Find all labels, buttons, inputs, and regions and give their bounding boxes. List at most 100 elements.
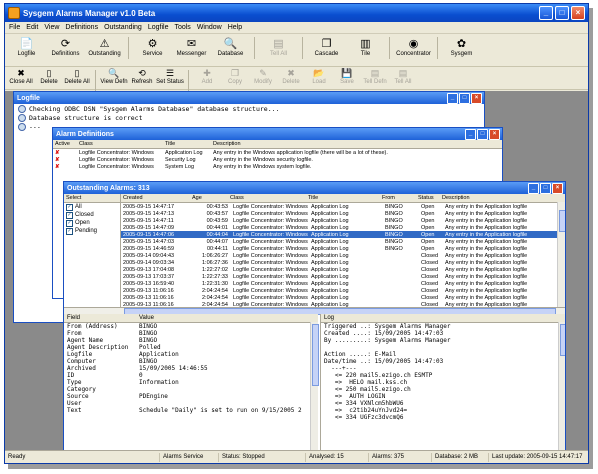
menu-logfile[interactable]: Logfile bbox=[148, 24, 169, 31]
copy-button[interactable]: ❐ Copy bbox=[221, 67, 249, 86]
col-class[interactable]: Class bbox=[77, 141, 163, 147]
sysgem-button[interactable]: ✿ Sysgem bbox=[442, 34, 481, 58]
col-status[interactable]: Status bbox=[416, 195, 440, 201]
alarm-row[interactable]: 2005-09-15 14:47:17 00:43:53 Logfile Conce… bbox=[121, 203, 565, 210]
alarm-row[interactable]: 2005-09-13 17:04:08 1:22:27:02 Logfile Con… bbox=[121, 266, 565, 273]
minimize-button[interactable]: _ bbox=[539, 6, 553, 20]
alarm-row[interactable]: 2005-09-15 14:47:03 00:44:07 Logfile Conce… bbox=[121, 238, 565, 245]
add-button[interactable]: ✚ Add bbox=[193, 67, 221, 86]
load-icon: 📂 bbox=[313, 67, 325, 78]
value-header[interactable]: Value bbox=[139, 315, 154, 321]
menu-edit[interactable]: Edit bbox=[26, 24, 38, 31]
tile-button[interactable]: ▥ Tile bbox=[346, 34, 385, 58]
close-button[interactable]: × bbox=[571, 6, 585, 20]
col-active[interactable]: Active bbox=[53, 141, 77, 147]
col-title[interactable]: Title bbox=[163, 141, 211, 147]
alarm-definitions-title-bar[interactable]: Alarm Definitions _ □ × bbox=[53, 128, 502, 140]
service-button[interactable]: ⚙ Service bbox=[133, 34, 172, 58]
field-value: BINGO bbox=[139, 330, 158, 337]
alarm-row[interactable]: 2005-09-15 14:47:11 00:43:59 Logfile Conce… bbox=[121, 217, 565, 224]
definition-row[interactable]: ✘ Logfile Concentrator: Windows Security L… bbox=[53, 156, 502, 163]
select-closed[interactable]: ✓ Closed bbox=[64, 211, 120, 219]
definitions-button[interactable]: ⟳ Definitions bbox=[46, 34, 85, 58]
alarms-horizontal-scrollbar[interactable] bbox=[64, 307, 565, 315]
checkbox-closed[interactable]: ✓ bbox=[66, 211, 73, 219]
menu-outstanding[interactable]: Outstanding bbox=[104, 24, 142, 31]
messenger-button[interactable]: ✉ Messenger bbox=[172, 34, 211, 58]
load-button[interactable]: 📂 Load bbox=[305, 67, 333, 86]
col-title[interactable]: Title bbox=[306, 195, 380, 201]
definition-row[interactable]: ✘ Logfile Concentrator: Windows System Log… bbox=[53, 163, 502, 170]
field-scrollbar[interactable] bbox=[310, 322, 319, 450]
menu-definitions[interactable]: Definitions bbox=[65, 24, 98, 31]
outstanding-title-bar[interactable]: Outstanding Alarms: 313 _ □ × bbox=[64, 182, 565, 194]
col-created[interactable]: Created bbox=[121, 195, 190, 201]
alarm-row[interactable]: 2005-09-14 09:04:43 1:06:26:27 Logfile Con… bbox=[121, 252, 565, 259]
database-button[interactable]: 🔍 Database bbox=[211, 34, 250, 58]
menu-window[interactable]: Window bbox=[197, 24, 222, 31]
col-description[interactable]: Description bbox=[440, 195, 562, 201]
checkbox-all[interactable]: ✓ bbox=[66, 203, 73, 211]
menu-view[interactable]: View bbox=[44, 24, 59, 31]
select-all[interactable]: ✓ All bbox=[64, 203, 120, 211]
logfile-minimize-button[interactable]: _ bbox=[447, 93, 458, 104]
alarm-row[interactable]: 2005-09-13 17:03:37 1:22:27:33 Logfile Con… bbox=[121, 273, 565, 280]
menu-file[interactable]: File bbox=[9, 24, 20, 31]
alarm-row[interactable]: 2005-09-13 11:06:16 2:04:24:54 Logfile Con… bbox=[121, 287, 565, 294]
defs-minimize-button[interactable]: _ bbox=[465, 129, 476, 140]
select-pending[interactable]: ✓ Pending bbox=[64, 227, 120, 235]
log-detail-line: <= 250 mail5.ezigo.ch bbox=[324, 386, 411, 393]
alarm-row[interactable]: 2005-09-13 11:06:16 2:04:24:54 Logfile Con… bbox=[121, 294, 565, 301]
close-all-button[interactable]: ✖ Close All bbox=[7, 67, 35, 86]
button-label: Logfile bbox=[17, 51, 36, 57]
alarm-row[interactable]: 2005-09-15 14:47:13 00:43:57 Logfile Conce… bbox=[121, 210, 565, 217]
alarm-row[interactable]: 2005-09-15 14:47:09 00:44:01 Logfile Conce… bbox=[121, 224, 565, 231]
maximize-button[interactable]: □ bbox=[555, 6, 569, 20]
log-scrollbar[interactable] bbox=[558, 322, 565, 450]
log-header[interactable]: Log bbox=[321, 314, 565, 323]
logfile-maximize-button[interactable]: □ bbox=[459, 93, 470, 104]
alarm-cell: Any entry in the Application logfile bbox=[445, 266, 528, 273]
logfile-title: Logfile bbox=[17, 94, 40, 102]
alarms-vertical-scrollbar[interactable] bbox=[557, 202, 565, 307]
delete-all-button[interactable]: ▯ Delete All bbox=[63, 67, 91, 86]
logfile-title-bar[interactable]: Logfile _ □ × bbox=[14, 92, 484, 104]
set-status-button[interactable]: ☰ Set Status bbox=[156, 67, 184, 86]
alarm-row[interactable]: 2005-09-15 14:47:06 00:44:04 Logfile Conce… bbox=[121, 231, 565, 238]
log-entry-icon bbox=[18, 113, 26, 122]
title-bar[interactable]: Sysgem Alarms Manager v1.0 Beta _ □ × bbox=[5, 4, 588, 22]
alarm-row[interactable]: 2005-09-14 09:03:34 1:06:27:36 Logfile Con… bbox=[121, 259, 565, 266]
outstanding-button[interactable]: ⚠ Outstanding bbox=[85, 34, 124, 58]
checkbox-open[interactable]: ✓ bbox=[66, 219, 73, 227]
select-open[interactable]: ✓ Open bbox=[64, 219, 120, 227]
refresh-button[interactable]: ⟲ Refresh bbox=[128, 67, 156, 86]
col-class[interactable]: Class bbox=[228, 195, 306, 201]
alarm-row[interactable]: 2005-09-13 16:59:40 1:22:31:30 Logfile Con… bbox=[121, 280, 565, 287]
logfile-button[interactable]: 📄 Logfile bbox=[7, 34, 46, 58]
modify-button[interactable]: ✎ Modify bbox=[249, 67, 277, 86]
tell-all-button[interactable]: ▤ Tell All bbox=[259, 34, 298, 58]
tell-all-button[interactable]: ▤ Tell All bbox=[389, 67, 417, 86]
field-header[interactable]: Field bbox=[64, 315, 139, 321]
menu-tools[interactable]: Tools bbox=[174, 24, 190, 31]
outstanding-close-button[interactable]: × bbox=[552, 183, 563, 194]
view-defn-button[interactable]: 🔍 View Defn bbox=[100, 67, 128, 86]
col-age[interactable]: Age bbox=[190, 195, 228, 201]
concentrator-button[interactable]: ◉ Concentrator bbox=[394, 34, 433, 58]
delete-button[interactable]: ✖ Delete bbox=[277, 67, 305, 86]
cascade-button[interactable]: ❐ Cascade bbox=[307, 34, 346, 58]
delete-button[interactable]: ▯ Delete bbox=[35, 67, 63, 86]
outstanding-maximize-button[interactable]: □ bbox=[540, 183, 551, 194]
checkbox-pending[interactable]: ✓ bbox=[66, 227, 73, 235]
logfile-close-button[interactable]: × bbox=[471, 93, 482, 104]
menu-help[interactable]: Help bbox=[228, 24, 242, 31]
alarm-row[interactable]: 2005-09-15 14:46:59 00:44:11 Logfile Conce… bbox=[121, 245, 565, 252]
defs-close-button[interactable]: × bbox=[489, 129, 500, 140]
col-from[interactable]: From bbox=[380, 195, 416, 201]
defs-maximize-button[interactable]: □ bbox=[477, 129, 488, 140]
outstanding-minimize-button[interactable]: _ bbox=[528, 183, 539, 194]
definition-row[interactable]: ✘ Logfile Concentrator: Windows Applicatio… bbox=[53, 149, 502, 156]
col-description[interactable]: Description bbox=[211, 141, 493, 147]
save-button[interactable]: 💾 Save bbox=[333, 67, 361, 86]
tell-defn-button[interactable]: ▤ Tell Defn bbox=[361, 67, 389, 86]
